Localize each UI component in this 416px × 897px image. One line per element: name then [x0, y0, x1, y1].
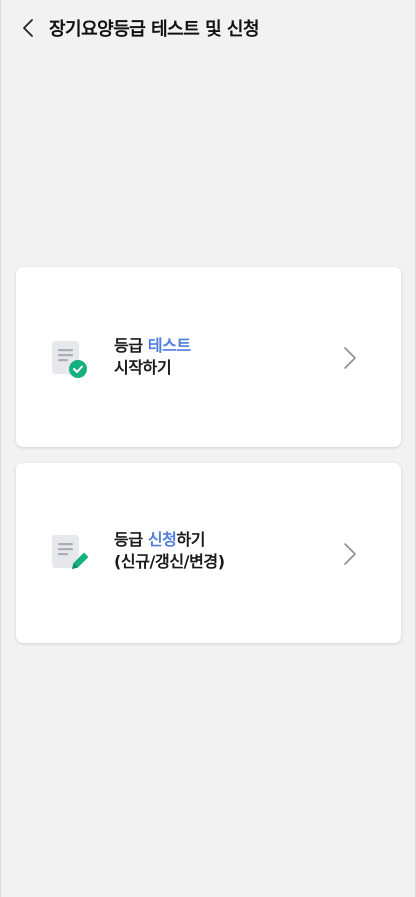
grade-test-card[interactable]: 등급 테스트 시작하기: [16, 267, 401, 447]
chevron-right-icon: [344, 347, 356, 369]
chevron-left-icon: [23, 19, 33, 37]
grade-apply-line1-suffix: 하기: [176, 530, 206, 549]
document-edit-icon: [52, 535, 89, 569]
document-check-icon: [52, 341, 87, 378]
grade-apply-line1-prefix: 등급: [114, 530, 148, 549]
chevron-right-icon: [344, 543, 356, 565]
top-app-bar: 장기요양등급 테스트 및 신청: [1, 0, 416, 56]
grade-test-line2: 시작하기: [114, 358, 172, 377]
grade-test-line1-prefix: 등급: [114, 336, 148, 355]
grade-apply-card[interactable]: 등급 신청하기 (신규/갱신/변경): [16, 463, 401, 643]
page-title: 장기요양등급 테스트 및 신청: [49, 19, 260, 40]
grade-test-line1-accent: 테스트: [147, 336, 191, 355]
grade-test-label: 등급 테스트 시작하기: [114, 335, 191, 379]
grade-apply-label: 등급 신청하기 (신규/갱신/변경): [114, 529, 225, 573]
grade-apply-line2: (신규/갱신/변경): [114, 552, 225, 571]
grade-apply-line1-accent: 신청: [147, 530, 177, 549]
back-button[interactable]: [15, 13, 41, 43]
